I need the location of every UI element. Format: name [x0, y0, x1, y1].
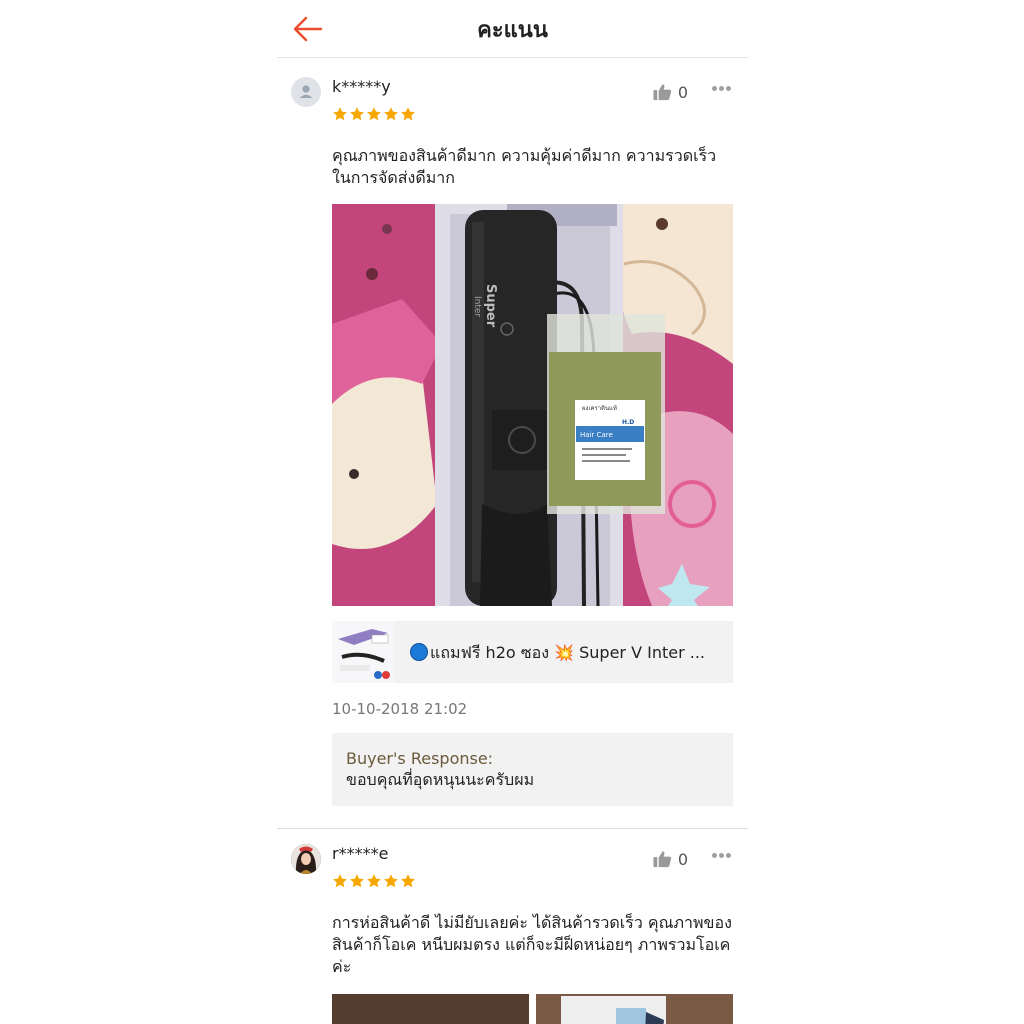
review-item: k*****y 0 คุณภาพของสินค้าดีมาก ความคุ้มค… [277, 62, 748, 829]
brand-sub-label: Inter [472, 296, 482, 317]
dot-icon [719, 86, 724, 91]
dot-icon [719, 853, 724, 858]
hair-straightener-photo: Super Inter ผงเคราตินแท้ H.D Hair Care [332, 204, 733, 606]
star-rating [332, 106, 417, 124]
star-icon [333, 107, 347, 121]
label-top-text: ผงเคราตินแท้ [582, 405, 617, 412]
star-icon [367, 107, 381, 121]
dot-icon [726, 853, 731, 858]
star-icon [384, 107, 398, 121]
reviewer-name[interactable]: k*****y [332, 77, 391, 96]
reviewer-name[interactable]: r*****e [332, 844, 388, 863]
review-date: 10-10-2018 21:02 [332, 700, 468, 718]
review-text: การห่อสินค้าดี ไม่มียับเลยค่ะ ได้สินค้าร… [332, 913, 732, 976]
product-name: แถมฟรี h2o ซอง 💥 Super V Inter ... [410, 641, 719, 666]
top-bar: คะแนน [277, 0, 748, 58]
review-photo-image [536, 994, 733, 1024]
like-count: 0 [677, 82, 688, 102]
star-icon [333, 874, 347, 888]
user-photo-icon [291, 844, 321, 874]
user-icon [299, 85, 313, 98]
reviews-screen: คะแนน k*****y 0 คุณภาพของสินค้าดีมาก ควา… [277, 0, 748, 1024]
star-icon [350, 107, 364, 121]
dot-icon [726, 86, 731, 91]
star-icon [350, 874, 364, 888]
more-options-button[interactable] [712, 853, 734, 861]
review-photo[interactable]: Super Inter ผงเคราตินแท้ H.D Hair Care [332, 204, 733, 606]
product-card[interactable]: แถมฟรี h2o ซอง 💥 Super V Inter ... [332, 621, 733, 683]
star-icon [401, 874, 415, 888]
avatar[interactable] [291, 844, 321, 874]
review-photo-image [332, 994, 529, 1024]
like-button[interactable]: 0 [653, 849, 688, 869]
like-button[interactable]: 0 [653, 82, 688, 102]
label-band-text: Hair Care [580, 431, 613, 439]
more-options-button[interactable] [712, 86, 734, 94]
product-thumbnail [332, 621, 394, 683]
avatar[interactable] [291, 77, 321, 107]
dot-icon [712, 86, 717, 91]
review-text: คุณภาพของสินค้าดีมาก ความคุ้มค่าดีมาก คว… [332, 146, 717, 187]
thumbs-up-icon [653, 851, 671, 868]
review-photo[interactable] [332, 994, 529, 1024]
like-count: 0 [677, 849, 688, 869]
label-brand-text: H.D [622, 419, 634, 426]
review-item: r*****e 0 การห่อสินค้าดี ไม่มียับเลยค่ะ … [277, 829, 748, 1024]
page-title: คะแนน [477, 18, 548, 43]
buyer-response: Buyer's Response: ขอบคุณที่อุดหนุนนะครับ… [332, 733, 733, 806]
star-icon [384, 874, 398, 888]
brand-label: Super [483, 284, 498, 328]
response-text: ขอบคุณที่อุดหนุนนะครับผม [346, 770, 535, 789]
response-label: Buyer's Response: [346, 749, 494, 768]
thumbs-up-icon [653, 84, 671, 101]
review-photo[interactable] [536, 994, 733, 1024]
dot-icon [712, 853, 717, 858]
star-icon [367, 874, 381, 888]
star-icon [401, 107, 415, 121]
star-rating [332, 873, 417, 891]
product-image [332, 621, 394, 683]
blue-circle-icon [410, 643, 428, 661]
